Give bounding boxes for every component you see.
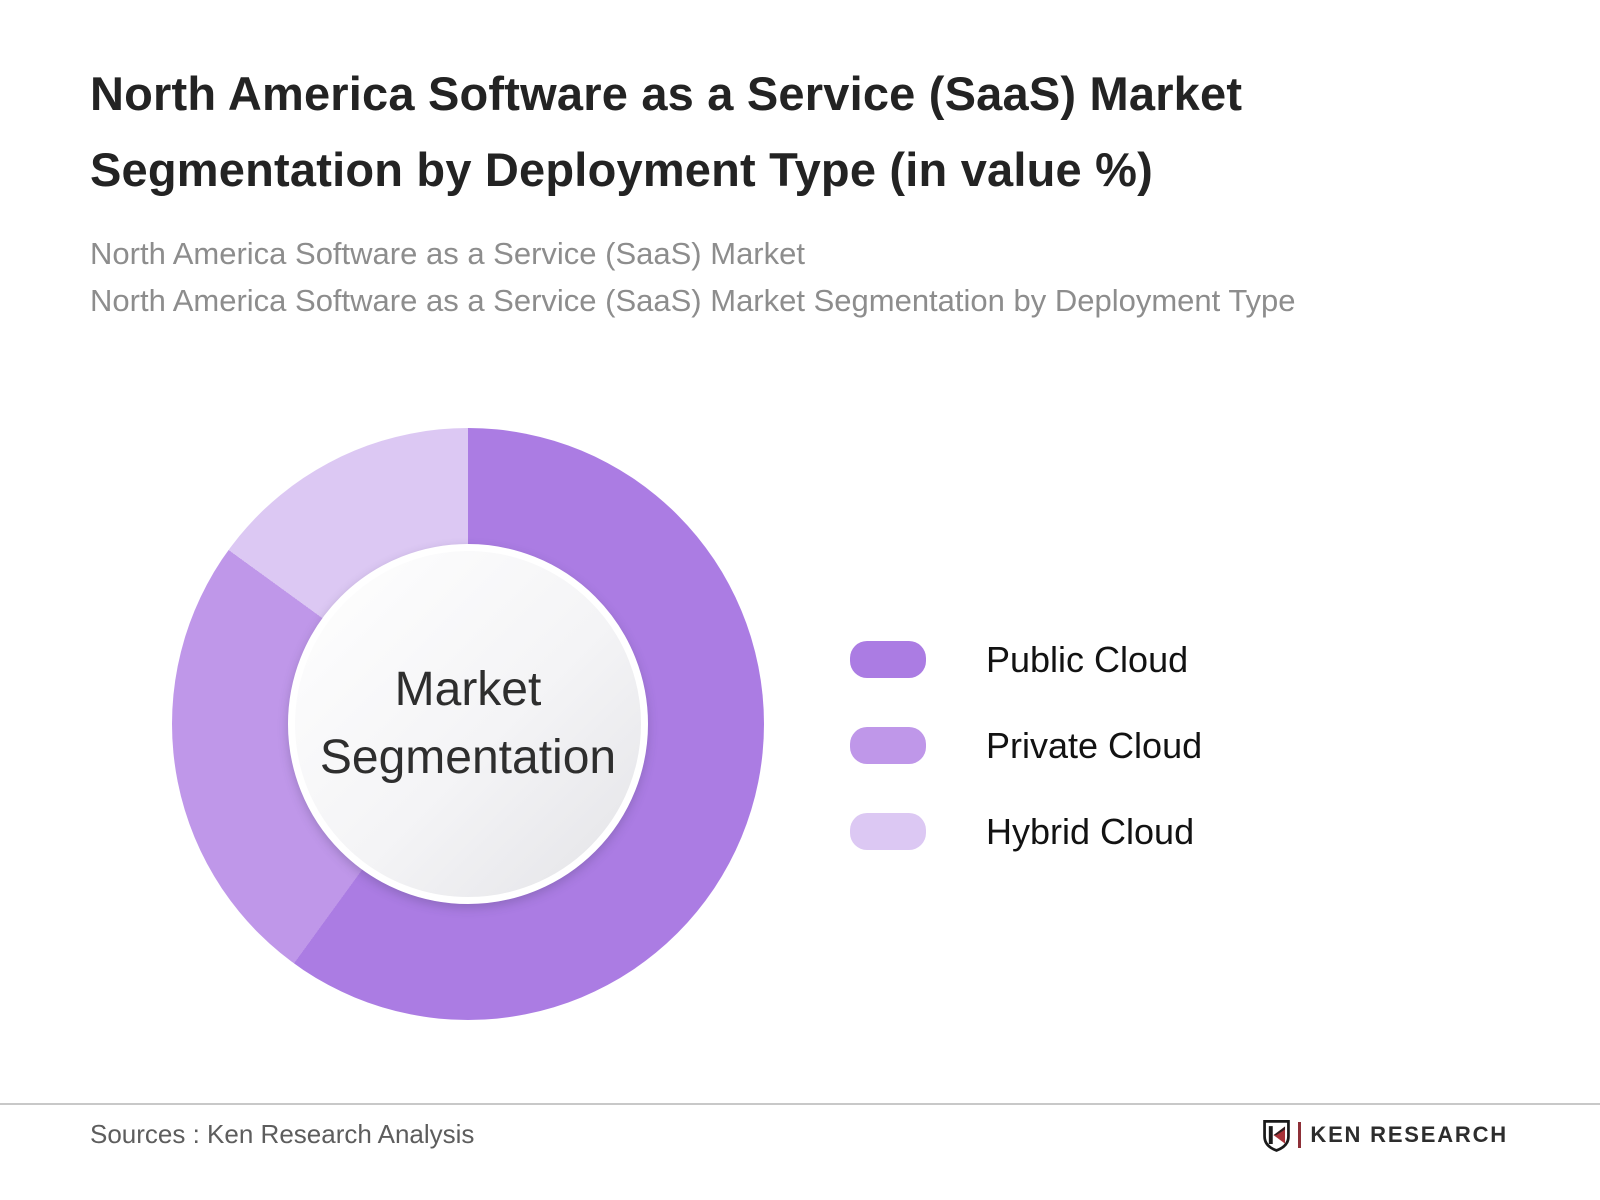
- chart-title-line-1: North America Software as a Service (Saa…: [90, 67, 1243, 120]
- legend-item-public-cloud[interactable]: Public Cloud: [850, 638, 1202, 680]
- donut-center-circle: Market Segmentation: [288, 544, 648, 904]
- legend: Public Cloud Private Cloud Hybrid Cloud: [850, 638, 1203, 899]
- header: North America Software as a Service (Saa…: [90, 56, 1560, 324]
- chart-subtitle-line-1: North America Software as a Service (Saa…: [90, 236, 805, 272]
- ken-research-shield-icon: [1263, 1119, 1291, 1152]
- logo-separator: [1298, 1122, 1302, 1148]
- logo-wordmark: KEN RESEARCH: [1310, 1122, 1508, 1147]
- ken-research-logo: KEN RESEARCH: [1262, 1118, 1508, 1152]
- legend-item-private-cloud[interactable]: Private Cloud: [850, 724, 1203, 766]
- legend-label-public-cloud: Public Cloud: [986, 638, 1189, 680]
- legend-swatch-public-cloud: [850, 641, 926, 678]
- chart-title: North America Software as a Service (Saa…: [90, 56, 1560, 208]
- page-root: { "header": { "title_line1": "North Amer…: [0, 0, 1600, 1200]
- legend-label-private-cloud: Private Cloud: [986, 724, 1203, 766]
- legend-item-hybrid-cloud[interactable]: Hybrid Cloud: [850, 810, 1202, 852]
- chart-subtitle-line-2: North America Software as a Service (Saa…: [90, 283, 1296, 319]
- footer-divider: [0, 1103, 1600, 1105]
- sources-text: Sources : Ken Research Analysis: [90, 1119, 475, 1149]
- donut-chart-area: Market Segmentation: [172, 428, 764, 1020]
- chart-title-line-2: Segmentation by Deployment Type (in valu…: [90, 143, 1153, 197]
- legend-label-hybrid-cloud: Hybrid Cloud: [986, 810, 1195, 852]
- chart-subtitle: North America Software as a Service (Saa…: [90, 230, 1560, 324]
- legend-swatch-private-cloud: [850, 727, 926, 764]
- donut-center-label: Market Segmentation: [319, 662, 617, 784]
- legend-swatch-hybrid-cloud: [850, 813, 926, 850]
